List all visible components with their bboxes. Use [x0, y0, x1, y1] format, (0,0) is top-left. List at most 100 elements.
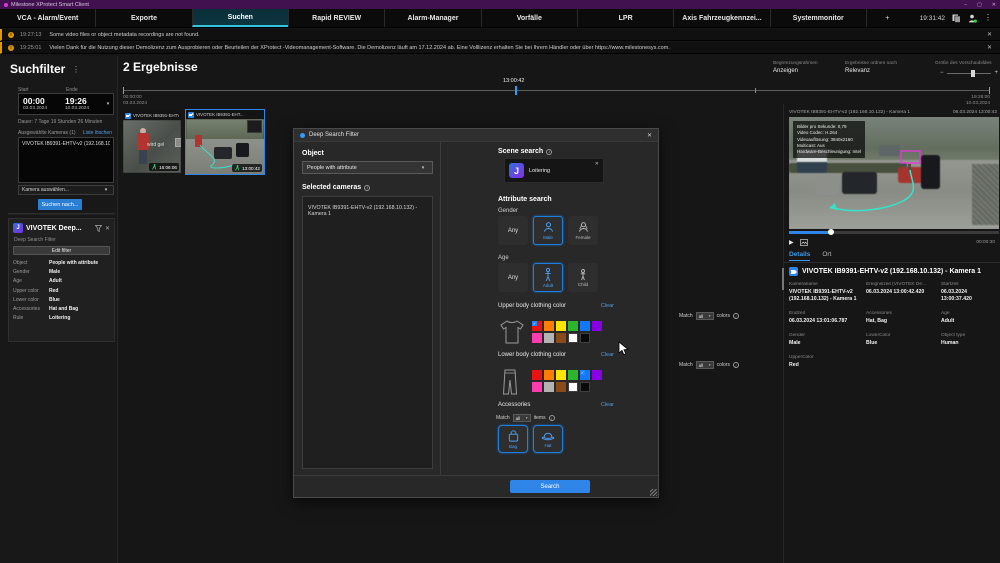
- color-swatch-blue[interactable]: ✓: [580, 370, 590, 380]
- resize-grip[interactable]: [650, 489, 657, 496]
- search-for-button[interactable]: Suchen nach...: [38, 199, 82, 210]
- color-swatch-yellow[interactable]: [556, 321, 566, 331]
- dialog-search-button[interactable]: Search: [510, 480, 590, 493]
- info-icon[interactable]: i: [733, 313, 739, 319]
- lower-match-dropdown[interactable]: all▾: [696, 361, 714, 369]
- edit-filter-button[interactable]: Edit filter: [13, 246, 110, 255]
- accessory-hat-button[interactable]: Hat: [533, 425, 563, 453]
- user-status-icon[interactable]: [968, 14, 977, 23]
- color-swatch-orange[interactable]: [544, 370, 554, 380]
- field-value: Male: [789, 340, 863, 347]
- tab-exporte[interactable]: Exporte: [95, 9, 191, 27]
- result-thumbnail[interactable]: VIVOTEK IB9391-EHTV-v2... wird gel 16:06…: [123, 111, 181, 173]
- color-swatch-black[interactable]: [580, 382, 590, 392]
- slider-track[interactable]: [947, 73, 992, 74]
- color-swatch-blue[interactable]: [580, 321, 590, 331]
- color-swatch-purple[interactable]: [592, 321, 602, 331]
- tab-vca-alarm-event[interactable]: VCA - Alarm/Event: [0, 9, 95, 27]
- dialog-close-icon[interactable]: ✕: [647, 132, 652, 139]
- color-swatch-green[interactable]: [568, 370, 578, 380]
- tab-vorfaelle[interactable]: Vorfälle: [481, 9, 577, 27]
- color-swatch-red[interactable]: ✓: [532, 321, 542, 331]
- time-range-picker[interactable]: 00:00 03.03.2024 19:26 10.03.2024 ▾: [18, 93, 114, 115]
- color-swatch-gray[interactable]: [544, 333, 554, 343]
- slider-handle[interactable]: [971, 70, 975, 77]
- color-swatch-pink[interactable]: [532, 333, 542, 343]
- age-any-button[interactable]: Any: [498, 263, 528, 292]
- camera-select-dropdown[interactable]: Kamera auswählen... ▾: [18, 185, 114, 195]
- tab-rapid-review[interactable]: Rapid REVIEW: [288, 9, 384, 27]
- lower-clear-link[interactable]: Clear: [601, 352, 614, 358]
- notification-close-icon[interactable]: ✕: [987, 31, 992, 38]
- sidebar-menu-icon[interactable]: ⋮: [72, 65, 80, 74]
- dialog-header[interactable]: Deep Search Filter ✕: [294, 129, 658, 142]
- clear-list-link[interactable]: Liste löschen: [83, 130, 112, 136]
- tab-add-button[interactable]: +: [866, 9, 908, 27]
- scrollbar-thumb[interactable]: [782, 268, 784, 290]
- snapshot-icon[interactable]: [800, 239, 808, 246]
- overflow-menu-icon[interactable]: ⋮: [984, 14, 992, 22]
- color-swatch-gray[interactable]: [544, 382, 554, 392]
- color-swatch-pink[interactable]: [532, 382, 542, 392]
- timeline-marker[interactable]: [515, 86, 517, 95]
- color-swatch-yellow[interactable]: [556, 370, 566, 380]
- object-dropdown[interactable]: People with attribute ▾: [302, 161, 433, 174]
- age-adult-button[interactable]: Adult: [533, 263, 563, 292]
- slider-plus-icon[interactable]: +: [994, 70, 998, 76]
- upper-match-dropdown[interactable]: all▾: [696, 312, 714, 320]
- info-icon[interactable]: i: [364, 185, 370, 191]
- bounding-box-value[interactable]: Anzeigen: [773, 68, 798, 74]
- gender-any-button[interactable]: Any: [498, 216, 528, 245]
- info-icon[interactable]: i: [546, 149, 552, 155]
- filter-funnel-icon[interactable]: [95, 225, 102, 232]
- upper-clear-link[interactable]: Clear: [601, 303, 614, 309]
- tab-lpr[interactable]: LPR: [577, 9, 673, 27]
- color-swatch-brown[interactable]: [556, 382, 566, 392]
- close-icon[interactable]: ✕: [105, 225, 110, 232]
- video-preview[interactable]: Bilder pro Sekunde: 0,79 Video Codec: H.…: [789, 117, 999, 229]
- thumbnail-camera-name: VIVOTEK IB9391-EHTV-v2...: [133, 113, 179, 118]
- accessories-match-dropdown[interactable]: all▾: [513, 414, 531, 422]
- gender-male-button[interactable]: Male: [533, 216, 563, 245]
- color-swatch-purple[interactable]: [592, 370, 602, 380]
- camera-list-item[interactable]: VIVOTEK IB9391-EHTV-v2 (192.168.10.132) …: [22, 141, 110, 147]
- color-swatch-brown[interactable]: [556, 333, 566, 343]
- color-swatch-orange[interactable]: [544, 321, 554, 331]
- window-maximize-button[interactable]: ▢: [977, 2, 982, 8]
- color-swatch-white[interactable]: [568, 333, 578, 343]
- progress-handle[interactable]: [828, 229, 834, 235]
- color-swatch-red[interactable]: [532, 370, 542, 380]
- tab-suchen[interactable]: Suchen: [192, 9, 288, 27]
- accessory-bag-button[interactable]: Bag: [498, 425, 528, 453]
- color-swatch-black[interactable]: [580, 333, 590, 343]
- chevron-down-icon[interactable]: ▾: [103, 101, 113, 107]
- thumbnail-size-slider[interactable]: − +: [940, 69, 998, 77]
- color-swatch-white[interactable]: [568, 382, 578, 392]
- play-button[interactable]: ▶: [789, 239, 794, 246]
- age-child-button[interactable]: Child: [568, 263, 598, 292]
- info-icon[interactable]: i: [549, 415, 555, 421]
- accessories-clear-link[interactable]: Clear: [601, 402, 614, 408]
- panel-splitter[interactable]: [8, 213, 115, 215]
- gender-female-button[interactable]: Female: [568, 216, 598, 245]
- playback-progress-bar[interactable]: [789, 231, 999, 234]
- tab-systemmonitor[interactable]: Systemmonitor: [770, 9, 866, 27]
- timeline-marker-time: 13:00:42: [503, 78, 524, 84]
- remove-tag-icon[interactable]: ✕: [595, 161, 599, 167]
- sort-by-value[interactable]: Relevanz: [845, 68, 870, 74]
- result-thumbnail-selected[interactable]: VIVOTEK IB9391-EHT... 13:00:42: [185, 109, 265, 175]
- tab-ort[interactable]: Ort: [822, 251, 831, 261]
- info-icon[interactable]: i: [733, 362, 739, 368]
- slider-minus-icon[interactable]: −: [940, 70, 944, 76]
- tab-details[interactable]: Details: [789, 251, 810, 261]
- window-close-button[interactable]: ✕: [992, 2, 996, 8]
- tab-axis-fahrzeugkennzeichen[interactable]: Axis Fahrzeugkennzei...: [673, 9, 769, 27]
- export-files-icon[interactable]: [952, 14, 961, 23]
- color-swatch-green[interactable]: [568, 321, 578, 331]
- tab-alarm-manager[interactable]: Alarm-Manager: [384, 9, 480, 27]
- results-timeline[interactable]: [123, 90, 990, 91]
- field-value: Human: [941, 340, 997, 347]
- window-minimize-button[interactable]: –: [964, 2, 967, 8]
- camera-list-item[interactable]: VIVOTEK IB9391-EHTV-v2 (192.168.10.132) …: [308, 205, 427, 217]
- notification-close-icon[interactable]: ✕: [987, 44, 992, 51]
